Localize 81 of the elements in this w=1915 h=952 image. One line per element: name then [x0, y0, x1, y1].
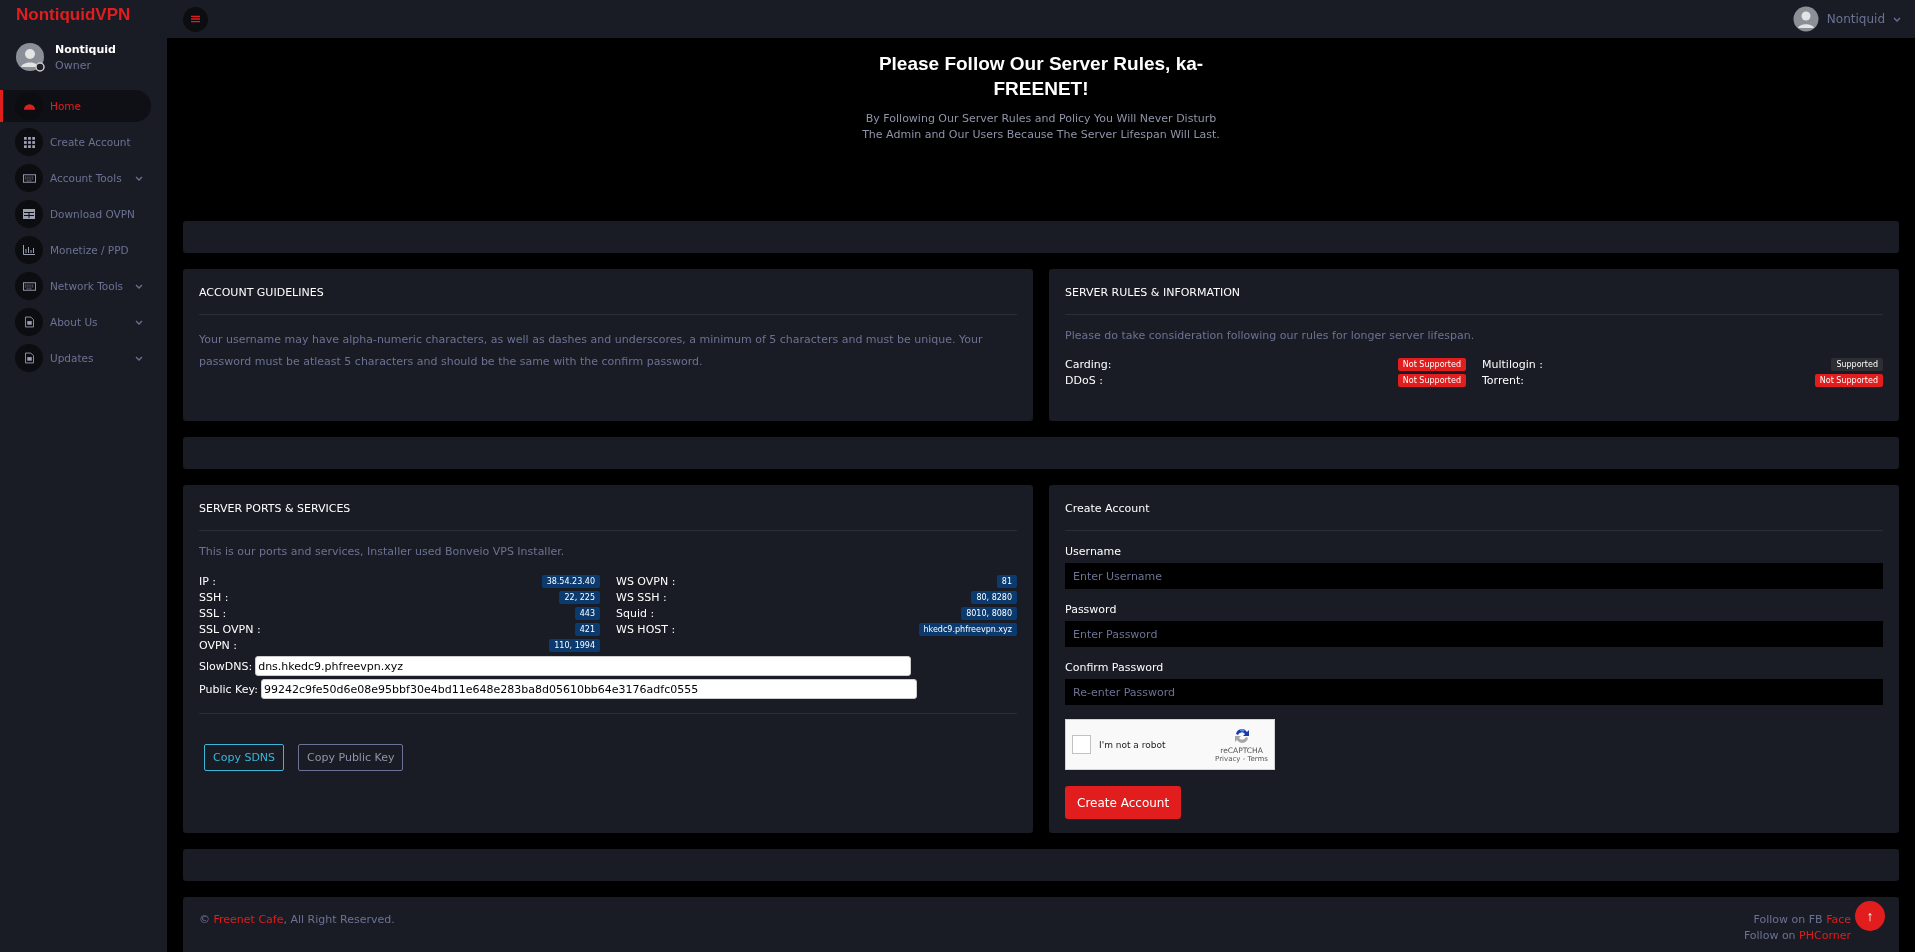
rule-label: Carding:: [1065, 357, 1112, 371]
copy-button[interactable]: Copy Public Key: [298, 744, 404, 772]
chevron-down-icon: [1893, 16, 1901, 22]
gauge-icon: [22, 101, 36, 111]
input-field[interactable]: dns.hkedc9.phfreevpn.xyz: [255, 656, 912, 677]
card-title: SERVER RULES & INFORMATION: [1065, 285, 1242, 302]
scroll-top-button[interactable]: ↑: [1855, 901, 1885, 932]
card-title: Create Account: [1065, 501, 1151, 518]
field-label: SlowDNS:: [199, 659, 253, 673]
card-title: ACCOUNT GUIDELINES: [199, 285, 325, 302]
follow-link[interactable]: Face: [1826, 913, 1851, 927]
file-icon: [24, 316, 34, 328]
field-label: Confirm Password: [1065, 661, 1165, 675]
copy-button[interactable]: Copy SDNS: [204, 744, 285, 772]
port-label: WS OVPN :: [616, 574, 676, 588]
port-label: IP :: [199, 574, 217, 588]
status-badge: Supported: [1831, 357, 1883, 371]
input-field[interactable]: Re-enter Password: [1065, 679, 1883, 706]
field-label: Password: [1065, 603, 1118, 617]
port-label: SSL :: [199, 606, 227, 620]
sidebar-item[interactable]: Home: [0, 90, 151, 122]
port-value: 443: [574, 606, 600, 620]
avatar-icon: [1792, 6, 1819, 32]
rules-text: Please do take consideration following our rules for longer server lifespan.: [1065, 329, 1476, 343]
port-value: 22, 225: [559, 590, 600, 604]
card-title: SERVER PORTS & SERVICES: [199, 501, 352, 518]
rule-label: Multilogin :: [1482, 357, 1543, 371]
ports-text: This is our ports and services, Installer used Bonveio VPS Installer.: [199, 545, 566, 559]
avatar-icon: [15, 42, 45, 72]
rule-label: DDoS :: [1065, 373, 1103, 387]
user-menu[interactable]: Nontiquid: [1792, 6, 1901, 32]
rule-label: Torrent:: [1482, 373, 1524, 387]
input-field[interactable]: Enter Password: [1065, 621, 1883, 648]
sidebar-item[interactable]: Monetize / PPD: [0, 234, 151, 266]
captcha-label: I'm not a robot: [1099, 739, 1167, 750]
port-value: 110, 1994: [549, 638, 600, 652]
field-label: Public Key:: [199, 682, 258, 696]
copyright-text: © Freenet Cafe, All Right Reserved.: [199, 913, 395, 927]
port-label: WS HOST :: [616, 622, 676, 636]
port-value: 421: [574, 622, 600, 636]
follow-link[interactable]: PHCorner: [1799, 929, 1851, 943]
hero-title: Please Follow Our Server Rules, ka-FREENET!: [877, 52, 1205, 101]
bar-chart-icon: [23, 245, 35, 255]
menu-button[interactable]: [183, 6, 208, 32]
sidebar-item[interactable]: Create Account: [0, 126, 151, 158]
file-icon: [24, 352, 34, 364]
hero-subtitle: By Following Our Server Rules and Policy You Will Never Disturb The Admin and Our Users Because The Server Lifespan Will Last.: [861, 111, 1221, 144]
port-value: hkedc9.phfreevpn.xyz: [918, 622, 1017, 636]
brand-logo[interactable]: NontiquidVPN: [0, 0, 167, 30]
port-value: 38.54.23.40: [541, 574, 600, 588]
port-label: SSL OVPN :: [199, 622, 261, 636]
sidebar-item[interactable]: Updates: [0, 342, 151, 374]
menu-icon: [191, 15, 200, 23]
sidebar-item[interactable]: Network Tools: [0, 270, 151, 302]
follow-text: Follow on FB Face: [1753, 913, 1851, 927]
status-badge: Not Supported: [1397, 373, 1466, 387]
keyboard-icon: [22, 173, 36, 183]
port-value: 8010, 8080: [961, 606, 1017, 620]
keyboard-icon: [22, 281, 36, 291]
sidebar-item[interactable]: About Us: [0, 306, 151, 338]
port-label: Squid :: [616, 606, 655, 620]
status-badge: Not Supported: [1397, 357, 1466, 371]
port-label: OVPN :: [199, 638, 238, 652]
port-value: 80, 8280: [971, 590, 1017, 604]
sidebar-item[interactable]: Download OVPN: [0, 198, 151, 230]
port-value: 81: [996, 574, 1017, 588]
checkbox[interactable]: [1072, 735, 1091, 755]
table-icon: [23, 209, 35, 219]
follow-text: Follow on PHCorner: [1743, 929, 1851, 943]
guidelines-text: Your username may have alpha-numeric characters, as well as dashes and underscores, a minimum of 5 characters and must be unique. Your password must be atleast 5 characters and should be the same with the confirm password.: [199, 332, 984, 371]
create-account-button[interactable]: Create Account: [1065, 786, 1182, 820]
grid-icon: [23, 136, 35, 148]
user-role: Owner: [55, 58, 92, 72]
port-label: WS SSH :: [616, 590, 667, 604]
input-field[interactable]: Enter Username: [1065, 563, 1883, 590]
field-label: Username: [1065, 545, 1123, 559]
input-field[interactable]: 99242c9fe50d6e08e95bbf30e4bd11e648e283ba8d05610bb64e3176adfc0555: [260, 679, 917, 700]
status-badge: Not Supported: [1814, 373, 1883, 387]
sidebar-item[interactable]: Account Tools: [0, 162, 151, 194]
user-name: Nontiquid: [55, 42, 116, 56]
port-label: SSH :: [199, 590, 229, 604]
